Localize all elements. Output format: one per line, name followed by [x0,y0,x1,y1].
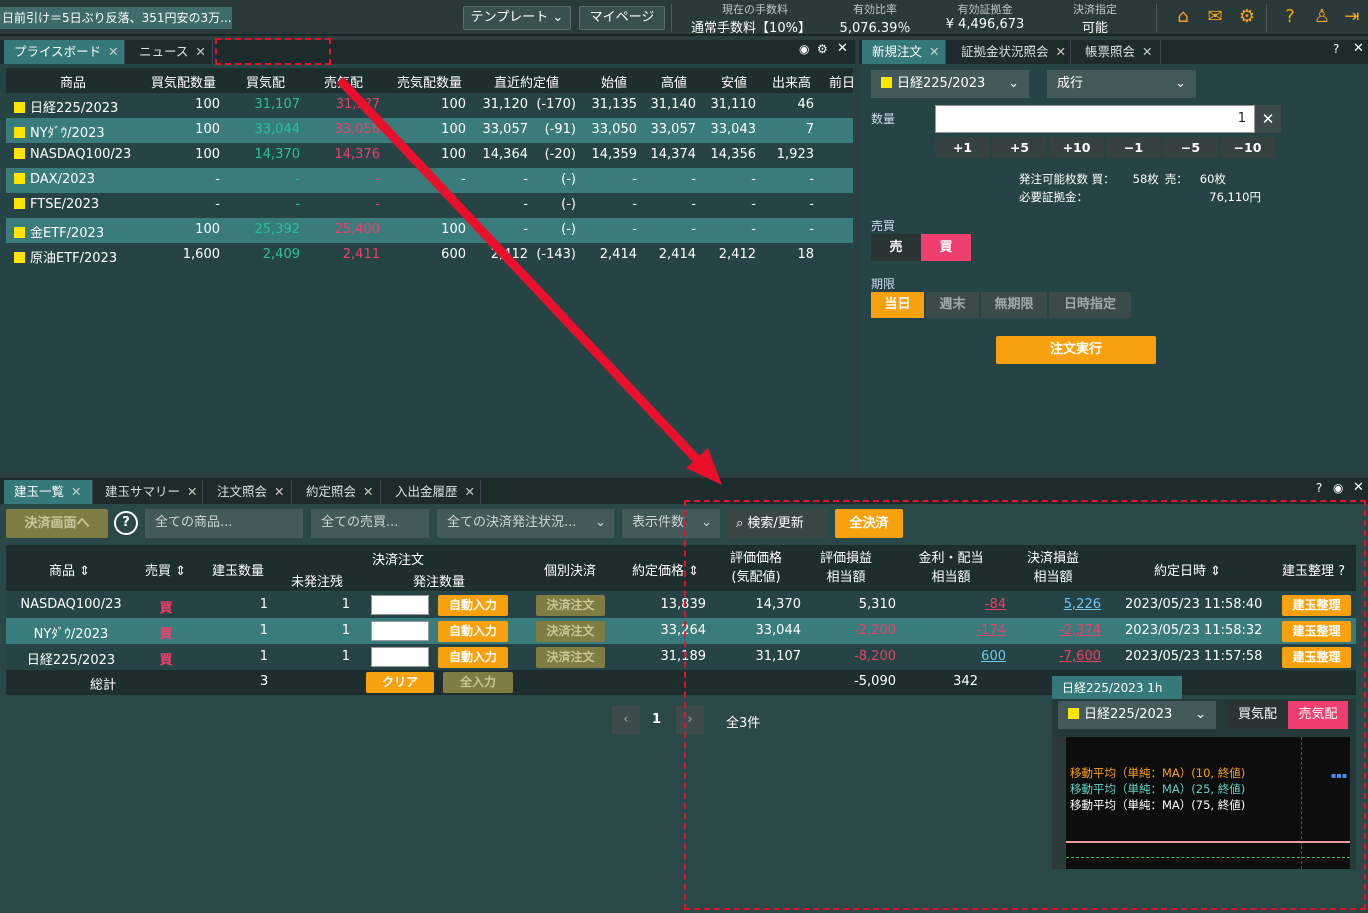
annotation-arrow [336,76,722,485]
arrow-shaft [336,76,704,467]
